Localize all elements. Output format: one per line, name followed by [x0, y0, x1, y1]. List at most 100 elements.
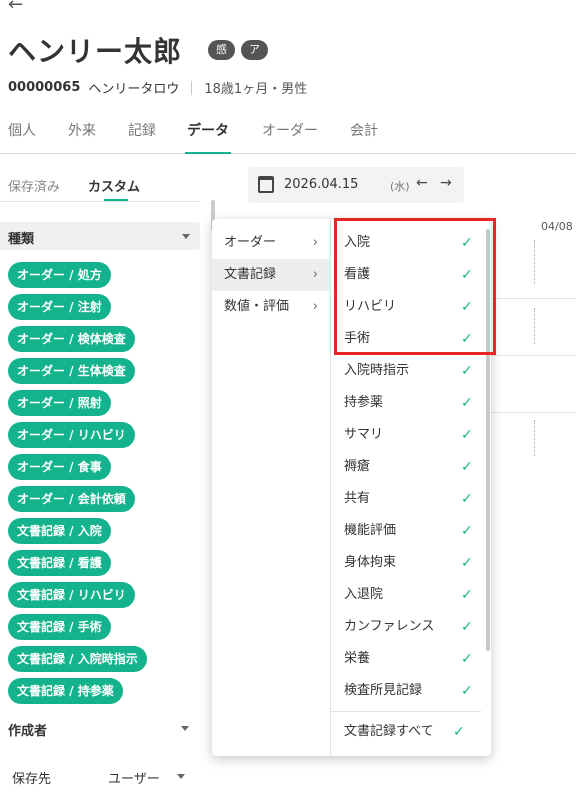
- menu-category-label: 数値・評価: [224, 299, 290, 314]
- check-icon: ✓: [461, 395, 473, 411]
- menu-item[interactable]: 共有 ✓: [331, 483, 491, 515]
- menu-item[interactable]: 入院時指示 ✓: [331, 355, 491, 387]
- chevron-right-icon: ›: [312, 299, 318, 314]
- tab-records[interactable]: 記録: [128, 120, 156, 140]
- tab-data[interactable]: データ: [187, 120, 229, 140]
- menu-item-label: 共有: [344, 491, 371, 506]
- filter-chip[interactable]: オーダー / 会計依頼: [8, 486, 135, 512]
- menu-category-metrics[interactable]: 数値・評価 ›: [212, 291, 330, 323]
- menu-category-orders[interactable]: オーダー ›: [212, 227, 330, 259]
- filter-chip-row: オーダー / 生体検査: [8, 358, 208, 390]
- highlight-box: [334, 218, 496, 355]
- day-of-week: (水): [390, 180, 410, 193]
- check-icon: ✓: [461, 619, 473, 635]
- category-label: 種類: [8, 232, 35, 247]
- chevron-down-icon[interactable]: [181, 726, 189, 731]
- check-icon: ✓: [461, 587, 473, 603]
- menu-item-label: 文書記録すべて: [344, 724, 434, 739]
- check-icon: ✓: [461, 651, 473, 667]
- save-destination-select[interactable]: ユーザー: [108, 768, 160, 787]
- timeline-divider: [490, 298, 576, 299]
- menu-category-list: オーダー › 文書記録 › 数値・評価 ›: [212, 227, 330, 323]
- date-navigator: 2026.04.15 (水) ← →: [248, 167, 464, 203]
- filter-chip-row: オーダー / リハビリ: [8, 422, 208, 454]
- menu-category-label: オーダー: [224, 235, 277, 250]
- timeline-tick: [534, 240, 535, 284]
- check-icon: ✓: [461, 555, 473, 571]
- timeline-divider: [490, 355, 576, 356]
- filter-chip[interactable]: 文書記録 / リハビリ: [8, 582, 135, 608]
- menu-item-label: 検査所見記録: [344, 683, 423, 698]
- timeline-divider: [490, 412, 576, 413]
- menu-item[interactable]: 褥瘡 ✓: [331, 451, 491, 483]
- main-tabs: 個人 外来 記録 データ オーダー 会計: [0, 112, 576, 154]
- menu-category-documents[interactable]: 文書記録 ›: [212, 259, 330, 291]
- menu-item-label: 機能評価: [344, 523, 397, 538]
- filter-chip-row: オーダー / 会計依頼: [8, 486, 208, 518]
- filter-chip[interactable]: オーダー / 食事: [8, 454, 111, 480]
- menu-item[interactable]: 入退院 ✓: [331, 579, 491, 611]
- menu-separator: [331, 711, 481, 712]
- menu-item-label: サマリ: [344, 427, 384, 442]
- menu-item[interactable]: 栄養 ✓: [331, 643, 491, 675]
- filter-chip-row: 文書記録 / 入院時指示: [8, 646, 208, 678]
- menu-item[interactable]: 持参薬 ✓: [331, 387, 491, 419]
- filter-chip[interactable]: 文書記録 / 看護: [8, 550, 111, 576]
- filter-chip-row: 文書記録 / 看護: [8, 550, 208, 582]
- back-arrow-icon[interactable]: ←: [8, 0, 23, 15]
- timeline-date-label: 04/08: [541, 220, 573, 233]
- chevron-right-icon: ›: [312, 267, 318, 282]
- check-icon: ✓: [461, 363, 473, 379]
- check-icon: ✓: [461, 683, 473, 699]
- check-icon: ✓: [461, 459, 473, 475]
- prev-date-icon[interactable]: ←: [416, 175, 428, 191]
- tab-outpatient[interactable]: 外来: [68, 120, 96, 140]
- filter-chip-row: オーダー / 注射: [8, 294, 208, 326]
- next-date-icon[interactable]: →: [440, 175, 452, 191]
- filter-chip[interactable]: オーダー / 処方: [8, 262, 111, 288]
- subtab-custom[interactable]: カスタム: [88, 176, 140, 195]
- menu-item[interactable]: 検査所見記録 ✓: [331, 675, 491, 707]
- subtab-saved[interactable]: 保存済み: [8, 176, 60, 195]
- tab-orders[interactable]: オーダー: [262, 120, 318, 140]
- filter-chip-row: 文書記録 / 手術: [8, 614, 208, 646]
- chevron-down-icon[interactable]: [177, 774, 185, 779]
- filter-chip-row: 文書記録 / 持参薬: [8, 678, 208, 708]
- filter-chip[interactable]: 文書記録 / 入院時指示: [8, 646, 147, 672]
- menu-item-label: 入院時指示: [344, 363, 410, 378]
- filter-chip[interactable]: オーダー / 注射: [8, 294, 111, 320]
- check-icon: ✓: [461, 491, 473, 507]
- menu-item-label: 持参薬: [344, 395, 384, 410]
- filter-chip[interactable]: 文書記録 / 手術: [8, 614, 111, 640]
- patient-name: ヘンリー太郎: [8, 35, 183, 68]
- tab-billing[interactable]: 会計: [350, 120, 378, 140]
- menu-item[interactable]: 機能評価 ✓: [331, 515, 491, 547]
- menu-item-label: カンファレンス: [344, 619, 435, 634]
- patient-age-sex: 18歳1ヶ月・男性: [204, 82, 308, 97]
- filter-chip[interactable]: オーダー / 検体検査: [8, 326, 135, 352]
- menu-item[interactable]: サマリ ✓: [331, 419, 491, 451]
- category-section-header[interactable]: 種類: [0, 222, 200, 250]
- filter-chip[interactable]: オーダー / リハビリ: [8, 422, 135, 448]
- chevron-down-icon: [182, 234, 190, 239]
- filter-chip[interactable]: 文書記録 / 持参薬: [8, 678, 123, 704]
- check-icon: ✓: [453, 724, 465, 740]
- filter-chip[interactable]: オーダー / 生体検査: [8, 358, 135, 384]
- filter-chip-row: オーダー / 照射: [8, 390, 208, 422]
- menu-item-label: 身体拘束: [344, 555, 397, 570]
- current-date[interactable]: 2026.04.15: [284, 177, 358, 192]
- timeline-tick: [534, 420, 535, 456]
- tab-personal[interactable]: 個人: [8, 120, 36, 140]
- menu-item[interactable]: 身体拘束 ✓: [331, 547, 491, 579]
- filter-chip[interactable]: 文書記録 / 入院: [8, 518, 111, 544]
- calendar-icon[interactable]: [258, 176, 274, 193]
- menu-item-label: 栄養: [344, 651, 371, 666]
- info-divider: [191, 80, 193, 95]
- author-label[interactable]: 作成者: [8, 720, 47, 739]
- filter-chip[interactable]: オーダー / 照射: [8, 390, 111, 416]
- filter-chip-row: オーダー / 検体検査: [8, 326, 208, 358]
- menu-item[interactable]: カンファレンス ✓: [331, 611, 491, 643]
- infection-badge: 感: [208, 40, 235, 60]
- patient-kana: ヘンリータロウ: [88, 82, 180, 97]
- menu-item-all-documents[interactable]: 文書記録すべて ✓: [331, 716, 491, 748]
